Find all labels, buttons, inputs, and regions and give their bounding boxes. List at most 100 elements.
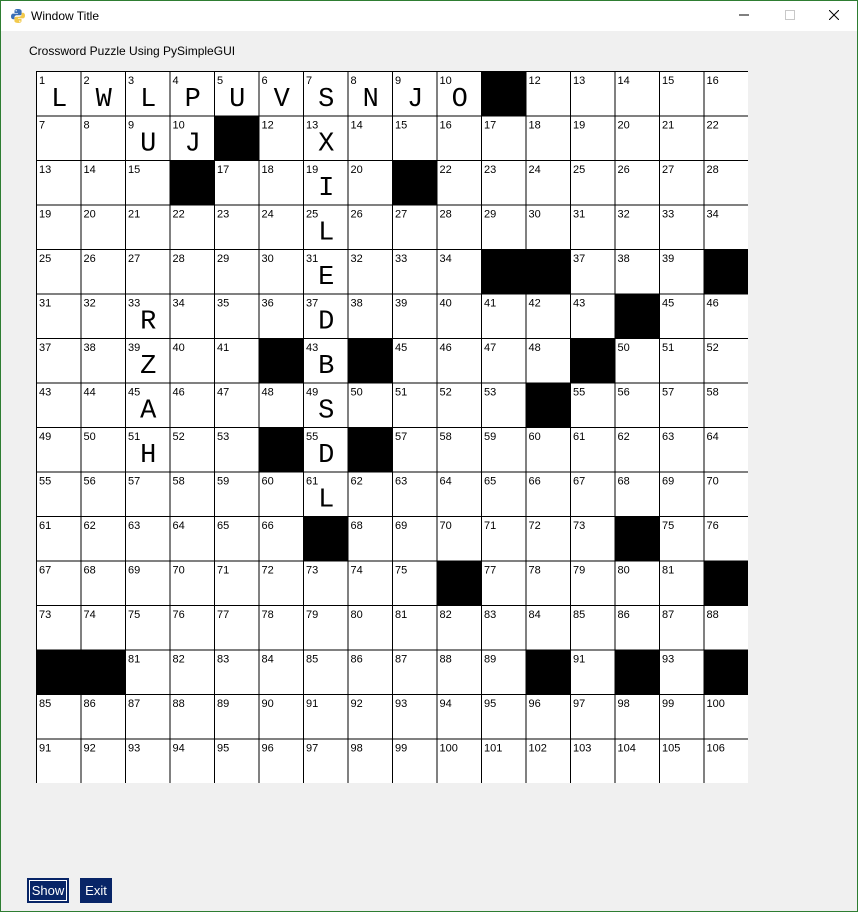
cell-number: 37	[306, 298, 318, 310]
cell-number: 71	[217, 565, 229, 577]
show-button[interactable]: Show	[27, 878, 69, 903]
cell-number: 82	[173, 654, 185, 666]
cell-number: 51	[128, 431, 140, 443]
cell-number: 10	[173, 120, 185, 132]
cell-number: 53	[484, 387, 496, 399]
cell-number: 88	[173, 698, 185, 710]
black-cell	[36, 649, 82, 695]
cell-letter: L	[318, 486, 334, 516]
cell-number: 33	[395, 253, 407, 265]
cell-number: 59	[484, 431, 496, 443]
cell-number: 7	[306, 75, 312, 87]
cell-number: 13	[39, 164, 51, 176]
cell-number: 30	[262, 253, 274, 265]
cell-number: 3	[128, 75, 134, 87]
cell-number: 13	[573, 75, 585, 87]
cell-number: 84	[262, 654, 274, 666]
cell-letter: V	[274, 85, 291, 115]
cell-number: 79	[573, 565, 585, 577]
black-cell	[347, 427, 393, 473]
cell-number: 74	[84, 609, 96, 621]
cell-number: 24	[262, 209, 274, 221]
cell-number: 14	[351, 120, 363, 132]
cell-number: 56	[84, 476, 96, 488]
cell-number: 87	[662, 609, 674, 621]
cell-number: 52	[173, 431, 185, 443]
cell-number: 36	[262, 298, 274, 310]
cell-number: 105	[662, 743, 680, 755]
cell-number: 22	[707, 120, 719, 132]
cell-number: 37	[39, 342, 51, 354]
cell-number: 2	[84, 75, 90, 87]
python-icon	[10, 8, 26, 24]
cell-number: 87	[395, 654, 407, 666]
black-cell	[303, 516, 349, 562]
cell-letter: U	[229, 85, 245, 115]
cell-number: 99	[662, 698, 674, 710]
cell-number: 62	[351, 476, 363, 488]
cell-number: 22	[440, 164, 452, 176]
cell-number: 19	[573, 120, 585, 132]
cell-number: 66	[529, 476, 541, 488]
window-title: Window Title	[31, 9, 100, 23]
cell-number: 49	[39, 431, 51, 443]
cell-number: 1	[39, 75, 45, 87]
cell-number: 15	[128, 164, 140, 176]
cell-number: 65	[484, 476, 496, 488]
cell-number: 75	[128, 609, 140, 621]
cell-number: 23	[217, 209, 229, 221]
cell-number: 64	[173, 520, 185, 532]
cell-letter: O	[452, 85, 468, 115]
maximize-button[interactable]	[767, 1, 813, 31]
cell-number: 64	[440, 476, 452, 488]
cell-number: 49	[306, 387, 318, 399]
cell-number: 94	[440, 698, 452, 710]
cell-number: 74	[351, 565, 363, 577]
cell-letter: J	[407, 85, 423, 115]
cell-number: 47	[484, 342, 496, 354]
cell-number: 86	[351, 654, 363, 666]
cell-number: 70	[440, 520, 452, 532]
cell-number: 83	[217, 654, 229, 666]
cell-number: 73	[306, 565, 318, 577]
cell-number: 39	[662, 253, 674, 265]
cell-number: 24	[529, 164, 541, 176]
minimize-button[interactable]	[721, 1, 767, 31]
cell-number: 9	[395, 75, 401, 87]
cell-number: 35	[217, 298, 229, 310]
cell-number: 67	[573, 476, 585, 488]
cell-number: 38	[84, 342, 96, 354]
cell-number: 99	[395, 743, 407, 755]
cell-letter: D	[318, 308, 334, 338]
cell-number: 17	[217, 164, 229, 176]
cell-letter: L	[140, 85, 156, 115]
cell-letter: W	[96, 85, 113, 115]
crossword-grid[interactable]: 1 2 3 4 5 6 7 8 9 10 12 13 14 15 16 7 8 9 10 12 13 14 15 16 17 18…	[36, 71, 748, 783]
cell-number: 8	[351, 75, 357, 87]
cell-number: 75	[662, 520, 674, 532]
cell-number: 89	[217, 698, 229, 710]
close-button[interactable]	[811, 1, 857, 31]
cell-number: 106	[707, 743, 725, 755]
cell-number: 80	[618, 565, 630, 577]
cell-number: 16	[440, 120, 452, 132]
cell-number: 60	[262, 476, 274, 488]
cell-number: 63	[128, 520, 140, 532]
title-bar[interactable]: Window Title	[1, 1, 857, 31]
crossword-canvas[interactable]: 1 2 3 4 5 6 7 8 9 10 12 13 14 15 167 8 9 10 12 13 14 15 16 17 18…	[36, 71, 748, 783]
cell-number: 97	[573, 698, 585, 710]
cell-number: 31	[306, 253, 318, 265]
cell-number: 72	[529, 520, 541, 532]
cell-number: 37	[573, 253, 585, 265]
cell-number: 61	[39, 520, 51, 532]
exit-button[interactable]: Exit	[80, 878, 112, 903]
cell-number: 14	[84, 164, 96, 176]
cell-number: 15	[662, 75, 674, 87]
black-cell	[214, 115, 260, 161]
cell-number: 86	[84, 698, 96, 710]
cell-number: 68	[618, 476, 630, 488]
cell-number: 16	[707, 75, 719, 87]
cell-number: 55	[573, 387, 585, 399]
cell-number: 57	[395, 431, 407, 443]
cell-number: 85	[39, 698, 51, 710]
